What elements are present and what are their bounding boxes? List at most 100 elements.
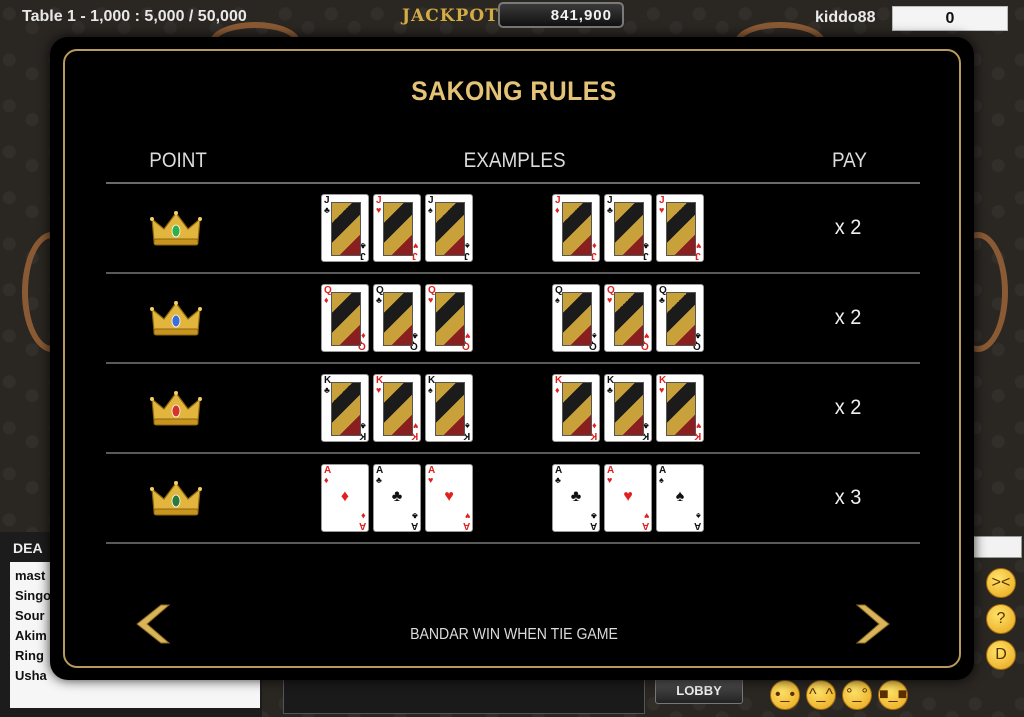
card-suit: ♣ bbox=[607, 205, 613, 215]
card-suit: ♥ bbox=[607, 295, 613, 305]
card-suit: ♣ bbox=[376, 475, 382, 485]
face-card-art bbox=[614, 292, 644, 346]
card-rank-bottom: A bbox=[358, 520, 366, 531]
playing-card: A ♥ A ♥ ♥ bbox=[604, 464, 652, 532]
pay-multiplier: x 2 bbox=[834, 216, 862, 239]
chat-input[interactable] bbox=[283, 676, 645, 714]
card-rank-bottom: A bbox=[589, 520, 597, 531]
face-card-art bbox=[383, 292, 413, 346]
card-center-pip: ♣ bbox=[391, 488, 403, 505]
card-suit-bottom: ♦ bbox=[361, 511, 366, 521]
face-card-art bbox=[331, 382, 361, 436]
playing-card: Q ♣ Q ♣ bbox=[373, 284, 421, 352]
face-card-art bbox=[383, 202, 413, 256]
playing-card: Q ♣ Q ♣ bbox=[656, 284, 704, 352]
face-card-art bbox=[383, 382, 413, 436]
card-center-pip: ♥ bbox=[444, 488, 454, 505]
example-hand-right: J ♦ J ♦ J ♣ J ♣ J ♥ J ♥ bbox=[552, 194, 704, 262]
card-suit: ♣ bbox=[376, 295, 382, 305]
card-suit: ♠ bbox=[659, 475, 664, 485]
card-rank-bottom: J bbox=[412, 250, 418, 261]
neutral-face-icon[interactable]: •_• bbox=[770, 680, 800, 710]
playing-card: Q ♦ Q ♦ bbox=[321, 284, 369, 352]
card-center-pip: ♠ bbox=[675, 488, 685, 505]
card-suit: ♣ bbox=[659, 295, 665, 305]
card-suit-bottom: ♥ bbox=[643, 331, 649, 341]
card-suit: ♠ bbox=[555, 295, 560, 305]
face-card-art bbox=[562, 202, 592, 256]
card-suit-bottom: ♣ bbox=[412, 511, 418, 521]
top-bar: Table 1 - 1,000 : 5,000 / 50,000 JACKPOT… bbox=[0, 0, 1024, 36]
lobby-button[interactable]: LOBBY bbox=[655, 678, 743, 704]
card-suit: ♥ bbox=[428, 475, 434, 485]
username: kiddo88 bbox=[815, 9, 876, 26]
rule-row: A ♦ A ♦ ♦ A ♣ A ♣ ♣ A ♥ A ♥ ♥ A ♣ A ♣ ♣ A ♥ A ♥ ♥ A ♠ A ♠ ♠ x 3 bbox=[106, 454, 920, 544]
card-suit-bottom: ♥ bbox=[695, 421, 701, 431]
card-suit: ♦ bbox=[555, 205, 560, 215]
card-suit: ♥ bbox=[376, 205, 382, 215]
card-rank-bottom: J bbox=[464, 250, 470, 261]
example-hand-right: Q ♠ Q ♠ Q ♥ Q ♥ Q ♣ Q ♣ bbox=[552, 284, 704, 352]
face-card-art bbox=[562, 292, 592, 346]
glasses-face-icon[interactable]: °_° bbox=[842, 680, 872, 710]
card-suit-bottom: ♥ bbox=[412, 421, 418, 431]
card-suit: ♦ bbox=[324, 295, 329, 305]
card-suit: ♣ bbox=[555, 475, 561, 485]
example-hand-left: J ♣ J ♣ J ♥ J ♥ J ♠ J ♠ bbox=[321, 194, 473, 262]
playing-card: J ♥ J ♥ bbox=[373, 194, 421, 262]
card-suit: ♥ bbox=[659, 385, 665, 395]
card-suit-bottom: ♠ bbox=[465, 421, 470, 431]
search-input[interactable] bbox=[966, 536, 1022, 558]
card-suit: ♥ bbox=[428, 295, 434, 305]
face-card-art bbox=[614, 202, 644, 256]
crown-icon bbox=[150, 481, 202, 517]
card-center-pip: ♥ bbox=[623, 488, 633, 505]
card-rank-bottom: A bbox=[410, 520, 418, 531]
playing-card: K ♣ K ♣ bbox=[321, 374, 369, 442]
header-examples: EXAMPLES bbox=[463, 149, 566, 172]
card-rank-bottom: J bbox=[695, 250, 701, 261]
row-divider bbox=[106, 542, 920, 544]
face-card-art bbox=[331, 292, 361, 346]
modal-title: SAKONG RULES bbox=[411, 76, 617, 106]
playing-card: K ♦ K ♦ bbox=[552, 374, 600, 442]
cool-face-icon[interactable]: ■_■ bbox=[878, 680, 908, 710]
card-suit-bottom: ♦ bbox=[592, 421, 597, 431]
card-suit-bottom: ♥ bbox=[464, 511, 470, 521]
card-suit: ♥ bbox=[607, 475, 613, 485]
grin-face-icon[interactable]: D bbox=[986, 640, 1016, 670]
header-pay: PAY bbox=[831, 149, 867, 172]
playing-card: J ♦ J ♦ bbox=[552, 194, 600, 262]
card-suit-bottom: ♠ bbox=[465, 241, 470, 251]
playing-card: J ♣ J ♣ bbox=[321, 194, 369, 262]
card-suit: ♠ bbox=[428, 205, 433, 215]
example-hand-left: K ♣ K ♣ K ♥ K ♥ K ♠ K ♠ bbox=[321, 374, 473, 442]
blush-face-icon[interactable]: ^_^ bbox=[806, 680, 836, 710]
card-center-pip: ♦ bbox=[340, 488, 350, 505]
jackpot-value: 841,900 bbox=[498, 2, 624, 28]
playing-card: K ♠ K ♠ bbox=[425, 374, 473, 442]
face-card-art bbox=[331, 202, 361, 256]
face-card-art bbox=[435, 202, 465, 256]
laugh-face-icon[interactable]: >< bbox=[986, 568, 1016, 598]
card-rank-bottom: J bbox=[643, 250, 649, 261]
table-info: Table 1 - 1,000 : 5,000 / 50,000 bbox=[22, 8, 247, 25]
card-suit: ♣ bbox=[607, 385, 613, 395]
pay-multiplier: x 3 bbox=[834, 486, 862, 509]
face-card-art bbox=[562, 382, 592, 436]
jackpot-label: JACKPOT bbox=[402, 6, 499, 26]
rule-row: J ♣ J ♣ J ♥ J ♥ J ♠ J ♠ J ♦ J ♦ J ♣ J ♣ J ♥ J ♥ x 2 bbox=[106, 184, 920, 274]
example-hand-right: A ♣ A ♣ ♣ A ♥ A ♥ ♥ A ♠ A ♠ ♠ bbox=[552, 464, 704, 532]
face-card-art bbox=[435, 382, 465, 436]
card-suit: ♣ bbox=[324, 205, 330, 215]
card-suit-bottom: ♥ bbox=[643, 511, 649, 521]
card-rank-bottom: A bbox=[462, 520, 470, 531]
card-suit-bottom: ♠ bbox=[592, 331, 597, 341]
card-suit-bottom: ♠ bbox=[696, 511, 701, 521]
footer-note: BANDAR WIN WHEN TIE GAME bbox=[410, 626, 618, 643]
think-face-icon[interactable]: ? bbox=[986, 604, 1016, 634]
face-card-art bbox=[666, 382, 696, 436]
rule-row: K ♣ K ♣ K ♥ K ♥ K ♠ K ♠ K ♦ K ♦ K ♣ K ♣ K ♥ K ♥ x 2 bbox=[106, 364, 920, 454]
face-card-art bbox=[666, 202, 696, 256]
card-rank-bottom: J bbox=[591, 250, 597, 261]
